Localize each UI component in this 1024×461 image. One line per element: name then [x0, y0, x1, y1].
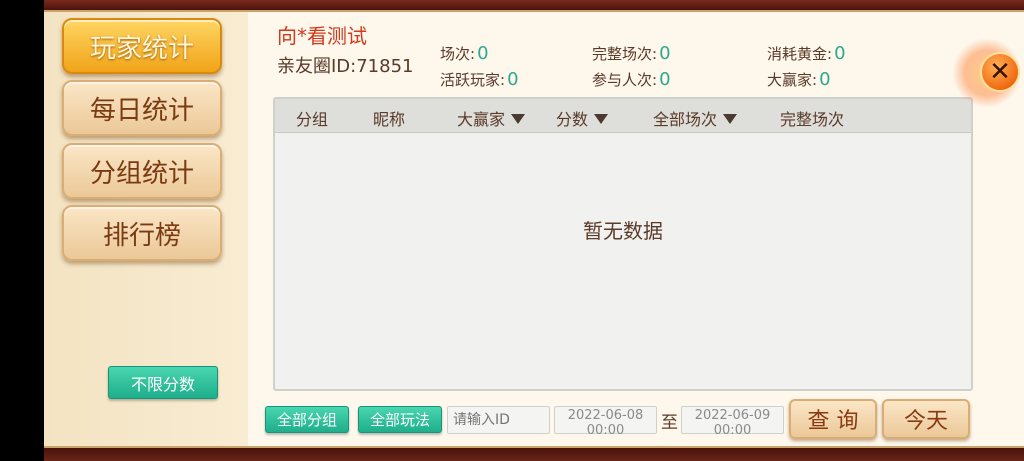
group-filter-label: 全部分组 — [276, 411, 337, 429]
play-filter-button[interactable]: 全部玩法 — [358, 406, 442, 433]
column-nickname: 昵称 — [373, 106, 405, 130]
sort-desc-icon — [511, 114, 526, 124]
today-button[interactable]: 今天 — [882, 399, 970, 439]
tab-group-stats[interactable]: 分组统计 — [62, 143, 222, 199]
tab-leaderboard-label: 排行榜 — [102, 220, 181, 251]
sort-desc-icon — [723, 114, 738, 124]
column-all-games-sort[interactable]: 全部场次 — [653, 106, 738, 130]
column-group-label: 分组 — [296, 110, 329, 129]
stat-big-winner: 大赢家: 0 — [767, 69, 831, 90]
window-frame-top — [44, 0, 1024, 12]
player-id-input-box — [447, 406, 550, 434]
column-score-sort[interactable]: 分数 — [556, 106, 609, 130]
column-big-winner-sort[interactable]: 大赢家 — [457, 106, 526, 130]
column-big-winner-label: 大赢家 — [457, 110, 506, 129]
sidebar: 玩家统计 每日统计 分组统计 排行榜 不限分数 — [44, 12, 248, 446]
stat-complete-games: 完整场次: 0 — [592, 43, 671, 64]
start-date: 2022-06-08 — [567, 408, 644, 423]
end-date-picker[interactable]: 2022-06-09 00:00 — [681, 406, 784, 438]
column-complete-games: 完整场次 — [780, 106, 844, 130]
stats-table: 分组 昵称 大赢家 分数 全部场次 完整场次 暂无数据 — [273, 97, 973, 391]
column-score-label: 分数 — [556, 110, 589, 129]
score-filter-button[interactable]: 不限分数 — [108, 366, 218, 399]
window-frame-bottom — [44, 446, 1024, 461]
main-panel: 向*看测试 亲友圈ID:71851 场次: 0 完整场次: 0 消耗黄金: 0 活跃玩… — [248, 12, 1024, 446]
stat-complete-games-label: 完整场次: — [592, 45, 658, 63]
column-all-games-label: 全部场次 — [653, 110, 718, 129]
query-button[interactable]: 查 询 — [789, 399, 877, 439]
empty-state: 暂无数据 — [583, 219, 663, 243]
start-time: 00:00 — [586, 423, 625, 438]
close-button[interactable]: ✕ — [980, 52, 1020, 92]
play-filter-label: 全部玩法 — [369, 411, 430, 429]
stat-active-players-value: 0 — [507, 69, 519, 90]
column-nickname-label: 昵称 — [373, 110, 406, 129]
stat-participants-value: 0 — [659, 69, 671, 90]
tab-player-stats-label: 玩家统计 — [89, 33, 194, 64]
stat-participants: 参与人次: 0 — [592, 69, 671, 90]
stat-active-players-label: 活跃玩家: — [440, 71, 506, 89]
circle-id: 亲友圈ID:71851 — [277, 56, 414, 77]
stat-active-players: 活跃玩家: 0 — [440, 69, 519, 90]
stat-participants-label: 参与人次: — [592, 71, 658, 89]
stat-big-winner-value: 0 — [819, 69, 831, 90]
table-header: 分组 昵称 大赢家 分数 全部场次 完整场次 — [275, 99, 971, 133]
stat-gold-spent-label: 消耗黄金: — [767, 45, 833, 63]
tab-leaderboard[interactable]: 排行榜 — [62, 205, 222, 261]
stat-big-winner-label: 大赢家: — [767, 71, 818, 89]
date-range-separator: 至 — [661, 413, 678, 433]
stat-games: 场次: 0 — [440, 43, 489, 64]
end-time: 00:00 — [713, 423, 752, 438]
stat-games-value: 0 — [477, 43, 489, 64]
score-filter-label: 不限分数 — [130, 374, 195, 394]
stat-gold-spent-value: 0 — [834, 43, 846, 64]
page-title: 向*看测试 — [277, 24, 367, 48]
stat-complete-games-value: 0 — [659, 43, 671, 64]
start-date-picker[interactable]: 2022-06-08 00:00 — [554, 406, 657, 438]
today-button-label: 今天 — [903, 409, 948, 434]
stat-games-label: 场次: — [440, 45, 476, 63]
tab-group-stats-label: 分组统计 — [89, 158, 194, 189]
column-complete-games-label: 完整场次 — [780, 110, 845, 129]
stat-gold-spent: 消耗黄金: 0 — [767, 43, 846, 64]
tab-daily-stats-label: 每日统计 — [89, 95, 194, 126]
close-icon: ✕ — [989, 57, 1011, 87]
tab-player-stats[interactable]: 玩家统计 — [62, 18, 222, 74]
column-group: 分组 — [296, 106, 328, 130]
player-id-input[interactable] — [448, 407, 549, 433]
tab-daily-stats[interactable]: 每日统计 — [62, 80, 222, 136]
query-button-label: 查 询 — [807, 409, 859, 434]
end-date: 2022-06-09 — [694, 408, 771, 423]
group-filter-button[interactable]: 全部分组 — [265, 406, 349, 433]
sort-desc-icon — [594, 114, 609, 124]
